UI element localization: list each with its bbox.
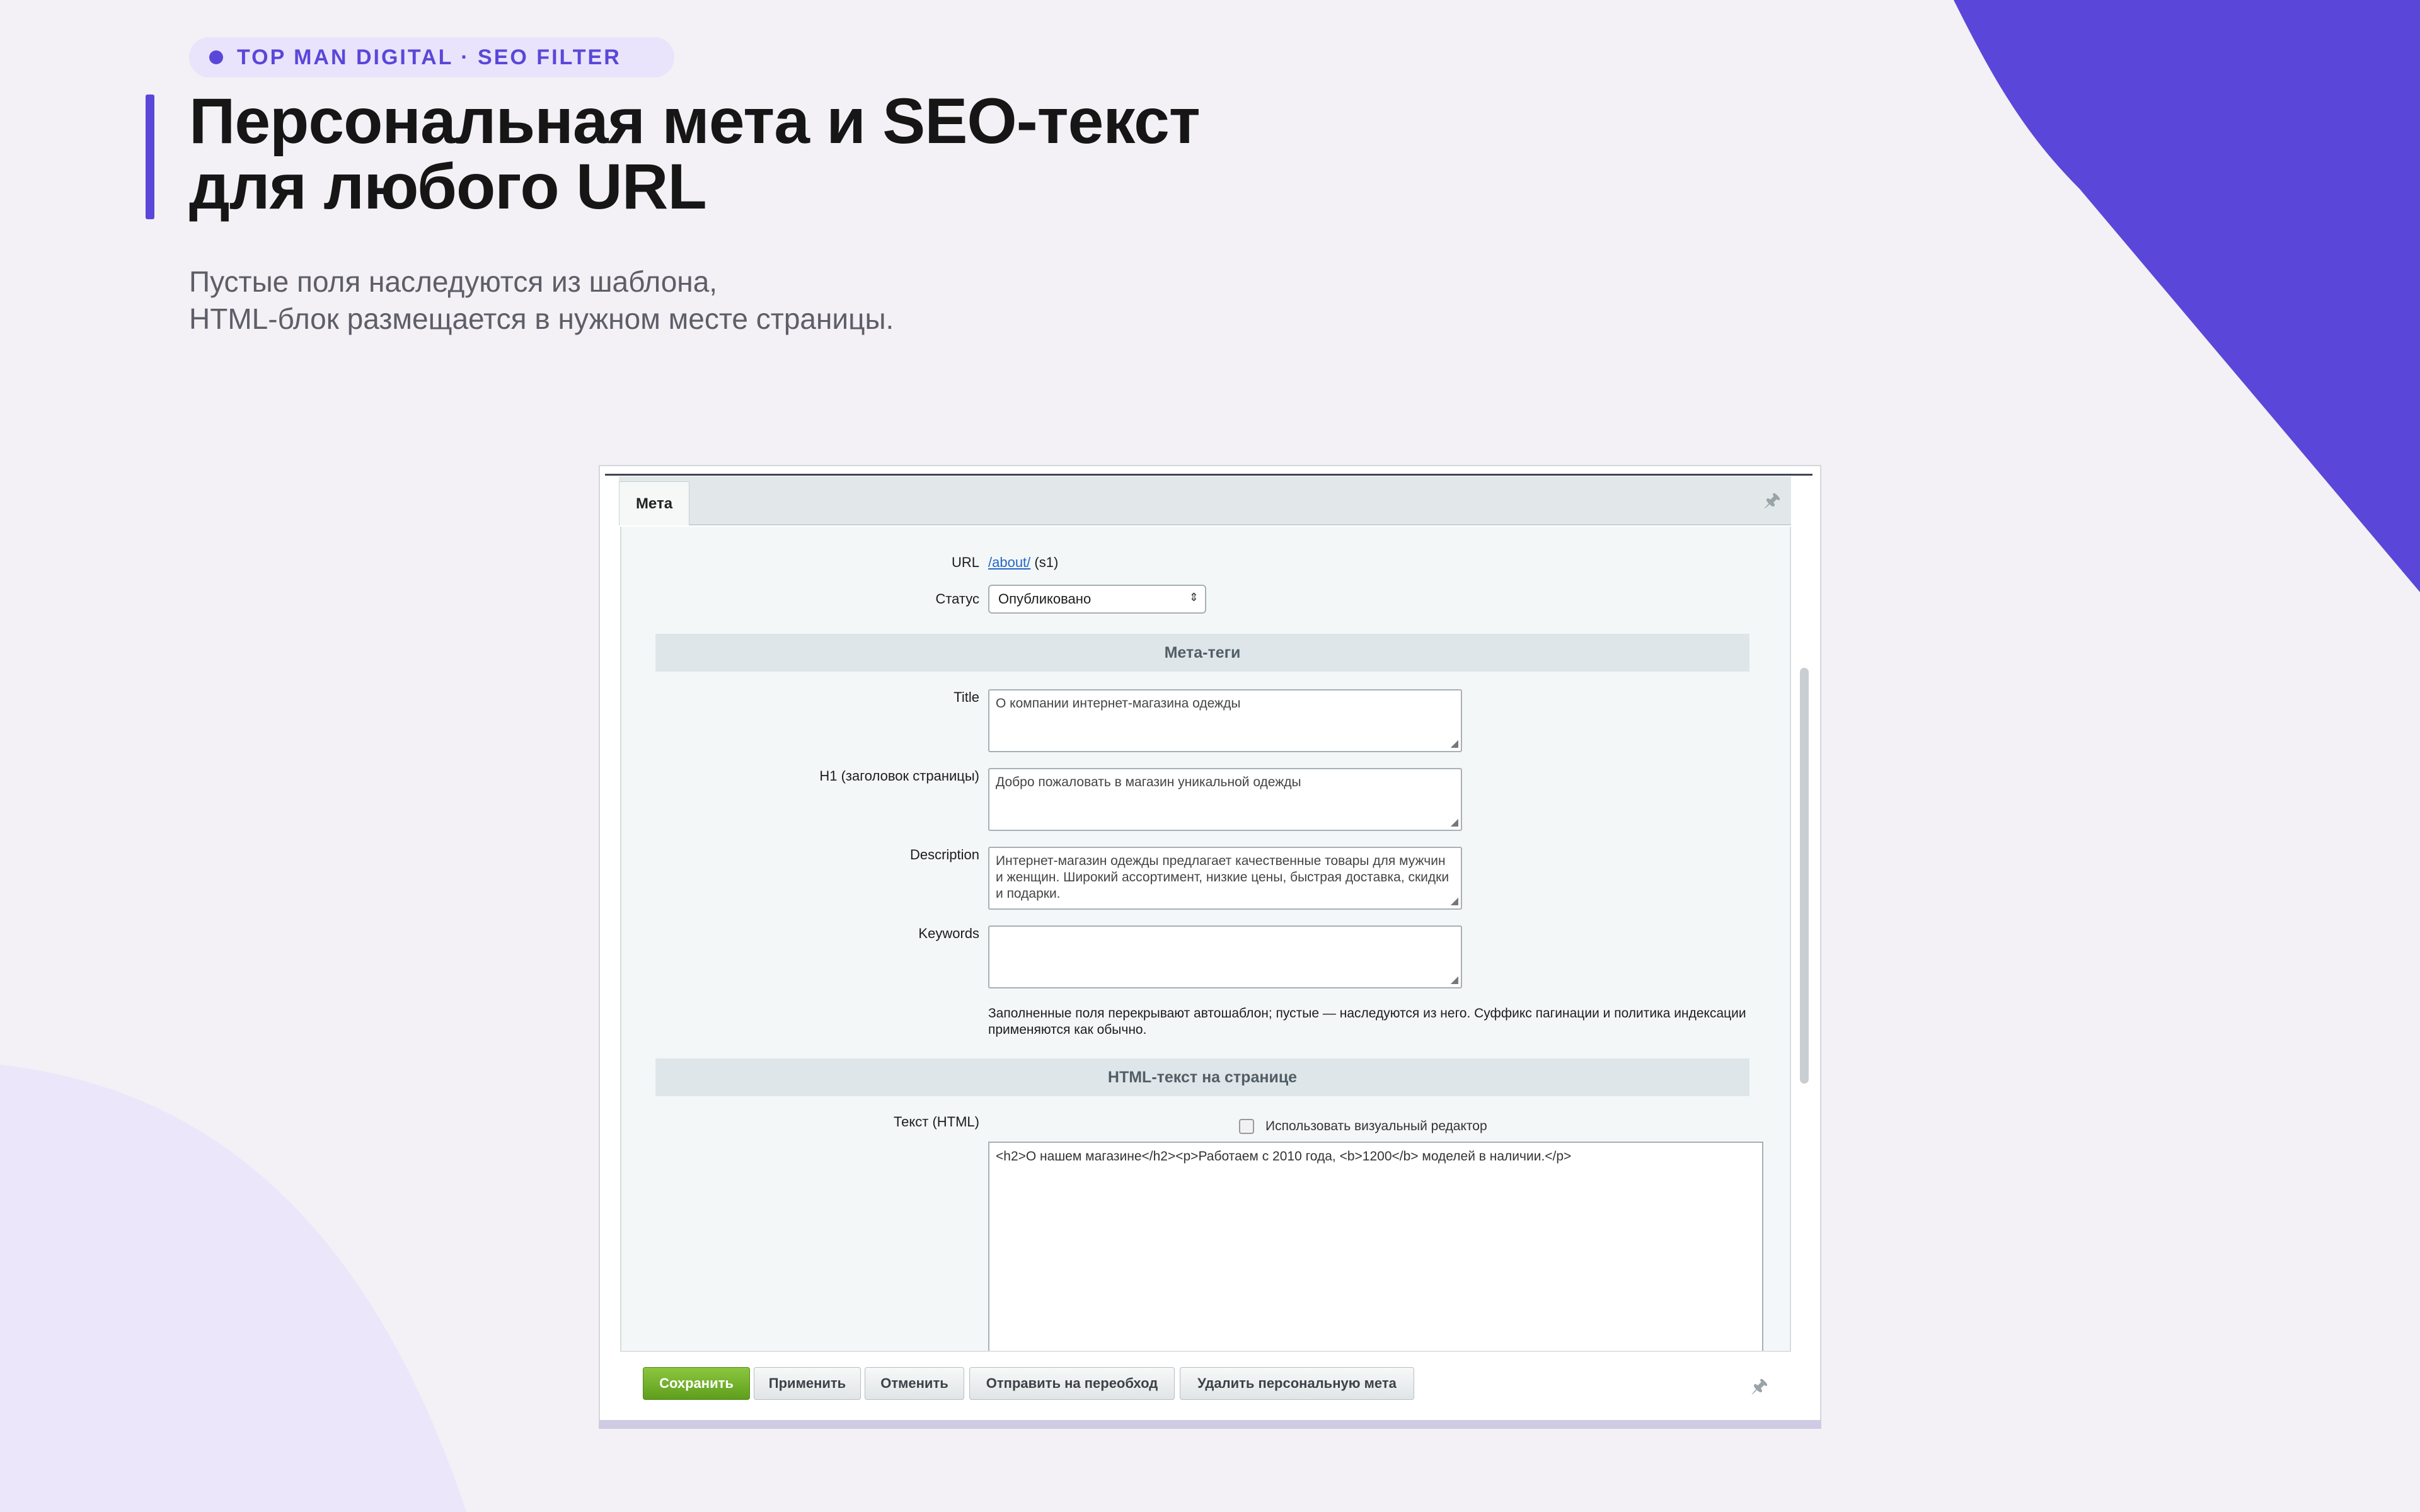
visual-editor-checkbox[interactable] [1239,1119,1254,1134]
pin-icon[interactable]: 🖈 [1751,1372,1768,1404]
title-value: О компании интернет-магазина одежды [996,696,1241,711]
brand-badge: TOP MAN DIGITAL · SEO FILTER [189,37,674,77]
title-label: Title [954,689,979,705]
subtitle-line-2: HTML-блок размещается в нужном месте стр… [189,302,894,335]
page-title-line-2: для любого URL [189,151,707,222]
subtitle-line-1: Пустые поля наследуются из шаблона, [189,265,718,298]
status-value: Опубликовано [998,591,1092,607]
keywords-textarea[interactable]: ◢ [988,925,1462,988]
url-value: /about/ (s1) [988,554,1058,571]
recrawl-button[interactable]: Отправить на переобход [969,1367,1175,1400]
apply-button[interactable]: Применить [754,1367,861,1400]
html-value: <h2>О нашем магазине</h2><p>Работаем с 2… [996,1149,1572,1164]
section-meta-tags: Мета-теги [655,634,1749,672]
page-subtitle: Пустые поля наследуются из шаблона, HTML… [189,263,1260,338]
html-textarea[interactable]: <h2>О нашем магазине</h2><p>Работаем с 2… [988,1142,1763,1356]
title-textarea[interactable]: О компании интернет-магазина одежды ◢ [988,689,1462,752]
url-label: URL [951,554,979,570]
cancel-button[interactable]: Отменить [865,1367,964,1400]
title-accent-bar [146,94,154,219]
url-link[interactable]: /about/ [988,554,1030,570]
description-textarea[interactable]: Интернет-магазин одежды предлагает качес… [988,847,1462,910]
visual-editor-toggle[interactable]: Использовать визуальный редактор [1239,1119,1487,1134]
scrollbar[interactable] [1800,668,1809,1084]
url-site: (s1) [1034,554,1059,570]
tab-meta[interactable]: Мета [619,481,689,525]
badge-dot-icon [209,50,223,64]
description-label: Description [909,847,979,862]
select-arrows-icon: ⇕ [1189,591,1199,604]
keywords-label: Keywords [918,925,979,941]
inheritance-note: Заполненные поля перекрывают автошаблон;… [988,1006,1746,1037]
h1-label: H1 (заголовок страницы) [819,768,979,784]
h1-value: Добро пожаловать в магазин уникальной од… [996,775,1301,789]
tab-strip: Мета 🖈 [619,476,1791,525]
status-label: Статус [935,591,979,607]
description-value: Интернет-магазин одежды предлагает качес… [996,854,1449,901]
status-select[interactable]: Опубликовано ⇕ [988,585,1206,614]
resize-grip-icon[interactable]: ◢ [1451,739,1458,749]
panel-shadow [599,1420,1821,1429]
badge-text: TOP MAN DIGITAL · SEO FILTER [237,45,621,69]
save-button[interactable]: Сохранить [643,1367,750,1400]
section-html-text: HTML-текст на странице [655,1058,1749,1096]
delete-personal-meta-button[interactable]: Удалить персональную мета [1180,1367,1414,1400]
page-title-line-1: Персональная мета и SEO-текст [189,85,1201,157]
html-text-label: Текст (HTML) [893,1114,979,1130]
resize-grip-icon[interactable]: ◢ [1451,896,1458,907]
pin-icon[interactable]: 🖈 [1763,486,1781,518]
visual-editor-label: Использовать визуальный редактор [1265,1119,1487,1133]
panel-top-line [605,474,1812,476]
h1-textarea[interactable]: Добро пожаловать в магазин уникальной од… [988,768,1462,831]
resize-grip-icon[interactable]: ◢ [1451,975,1458,985]
form-footer: Сохранить Применить Отменить Отправить н… [620,1351,1791,1418]
page-title: Персональная мета и SEO-текст для любого… [189,88,1260,219]
resize-grip-icon[interactable]: ◢ [1451,818,1458,828]
